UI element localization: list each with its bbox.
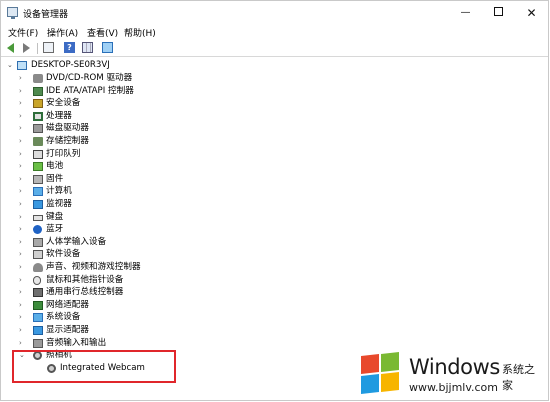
- expand-chevron-icon[interactable]: ›: [19, 223, 22, 236]
- details-view-icon[interactable]: [82, 42, 93, 53]
- audio-io-icon: [33, 338, 43, 348]
- battery-icon: [33, 162, 43, 172]
- root-computer-name: DESKTOP-SE0R3VJ: [31, 60, 110, 70]
- processor-icon: [33, 111, 43, 121]
- network-adapter-icon: [33, 300, 43, 310]
- expand-chevron-icon[interactable]: ›: [19, 97, 22, 110]
- hid-icon: [33, 237, 43, 247]
- device-tree: ⌄ DESKTOP-SE0R3VJ › DVD/CD-ROM 驱动器 › IDE AT…: [1, 57, 548, 387]
- expand-chevron-icon[interactable]: ›: [19, 261, 22, 274]
- expand-chevron-icon[interactable]: ›: [19, 198, 22, 211]
- tree-item-label: 键盘: [46, 211, 64, 222]
- toolbar: ?: [1, 41, 548, 57]
- windows-logo-icon: [361, 352, 399, 394]
- properties-icon[interactable]: [43, 42, 54, 53]
- printer-icon: [33, 149, 43, 159]
- expand-chevron-icon[interactable]: ›: [19, 173, 22, 186]
- monitor-icon[interactable]: [102, 42, 113, 53]
- watermark-brand: Windows: [409, 355, 500, 379]
- expand-chevron-icon[interactable]: ›: [19, 72, 22, 85]
- expand-chevron-icon[interactable]: ›: [19, 135, 22, 148]
- tree-item-label: 人体学输入设备: [46, 236, 107, 247]
- expand-chevron-icon[interactable]: ›: [19, 85, 22, 98]
- tree-item-label: 监视器: [46, 199, 72, 209]
- menu-view[interactable]: 查看(V): [87, 26, 118, 39]
- expand-chevron-icon[interactable]: ›: [19, 122, 22, 135]
- tree-item-label: 声音、视频和游戏控制器: [46, 262, 141, 272]
- collapse-chevron-icon[interactable]: ⌄: [7, 59, 13, 72]
- device-manager-icon: [7, 7, 18, 19]
- tree-item-label: 鼠标和其他指针设备: [46, 274, 124, 285]
- tree-item-label: 通用串行总线控制器: [46, 287, 124, 298]
- menu-bar: 文件(F) 操作(A) 查看(V) 帮助(H): [1, 25, 548, 41]
- menu-file[interactable]: 文件(F): [8, 26, 38, 39]
- tree-item-label: 存储控制器: [46, 136, 89, 146]
- tree-item-label: IDE ATA/ATAPI 控制器: [46, 85, 134, 96]
- tree-item-label: 系统设备: [46, 312, 81, 323]
- expand-chevron-icon[interactable]: ›: [19, 324, 22, 337]
- monitor-icon: [33, 200, 43, 209]
- tree-item-label: DVD/CD-ROM 驱动器: [46, 73, 133, 83]
- tree-item-label: 软件设备: [46, 249, 81, 260]
- expand-chevron-icon[interactable]: ›: [19, 286, 22, 299]
- bluetooth-icon: [33, 225, 42, 235]
- maximize-icon: [494, 6, 503, 16]
- expand-chevron-icon[interactable]: ›: [19, 274, 22, 287]
- watermark-url: www.bjjmlv.com: [409, 381, 498, 394]
- tree-item-label: 安全设备: [46, 98, 81, 109]
- computer-icon: [17, 61, 27, 70]
- window-title: 设备管理器: [23, 10, 69, 20]
- watermark: Windows 系统之家 www.bjjmlv.com: [359, 347, 545, 397]
- expand-chevron-icon[interactable]: ›: [19, 185, 22, 198]
- tree-item-label: 固件: [46, 173, 64, 184]
- menu-action[interactable]: 操作(A): [47, 26, 78, 39]
- mouse-icon: [33, 275, 41, 285]
- keyboard-icon: [33, 214, 43, 221]
- computer-icon: [33, 187, 43, 197]
- tree-item-label: 电池: [46, 161, 64, 172]
- expand-chevron-icon[interactable]: ›: [19, 236, 22, 249]
- tree-item-label: 音频输入和输出: [46, 337, 107, 348]
- tree-item-label: 打印队列: [46, 148, 81, 159]
- expand-chevron-icon[interactable]: ›: [19, 299, 22, 312]
- tree-item-label: 计算机: [46, 186, 72, 197]
- expand-chevron-icon[interactable]: ›: [19, 211, 22, 224]
- security-device-icon: [33, 99, 43, 109]
- tree-item-label: 磁盘驱动器: [46, 123, 89, 134]
- tree-item-label: 处理器: [46, 110, 72, 121]
- storage-controller-icon: [33, 137, 43, 146]
- title-bar[interactable]: 设备管理器 — ✕: [1, 1, 548, 25]
- tree-item-label: 网络适配器: [46, 299, 89, 310]
- menu-help[interactable]: 帮助(H): [124, 26, 156, 39]
- toolbar-separator: [37, 43, 38, 54]
- software-device-icon: [33, 250, 43, 260]
- firmware-icon: [33, 174, 43, 184]
- close-button[interactable]: ✕: [515, 1, 548, 25]
- back-arrow-icon[interactable]: [6, 42, 17, 53]
- display-adapter-icon: [33, 326, 43, 335]
- device-manager-window: 设备管理器 — ✕ 文件(F) 操作(A) 查看(V) 帮助(H) ? ⌄ DE…: [0, 0, 549, 401]
- disk-drive-icon: [33, 74, 43, 83]
- ide-controller-icon: [33, 86, 43, 96]
- tree-item-label: 蓝牙: [46, 224, 64, 235]
- camera-highlight-box: [12, 350, 176, 383]
- maximize-button[interactable]: [482, 1, 515, 25]
- watermark-brand-cn: 系统之家: [502, 363, 535, 392]
- hard-disk-icon: [33, 124, 43, 134]
- expand-chevron-icon[interactable]: ›: [19, 337, 22, 350]
- expand-chevron-icon[interactable]: ›: [19, 311, 22, 324]
- tree-item-label: 显示适配器: [46, 325, 89, 335]
- forward-arrow-icon[interactable]: [21, 42, 32, 53]
- usb-icon: [33, 288, 43, 298]
- minimize-button[interactable]: —: [449, 1, 482, 25]
- expand-chevron-icon[interactable]: ›: [19, 248, 22, 261]
- help-icon[interactable]: ?: [64, 42, 75, 53]
- expand-chevron-icon[interactable]: ›: [19, 160, 22, 173]
- system-device-icon: [33, 313, 43, 323]
- expand-chevron-icon[interactable]: ›: [19, 110, 22, 123]
- sound-icon: [33, 263, 43, 272]
- expand-chevron-icon[interactable]: ›: [19, 148, 22, 161]
